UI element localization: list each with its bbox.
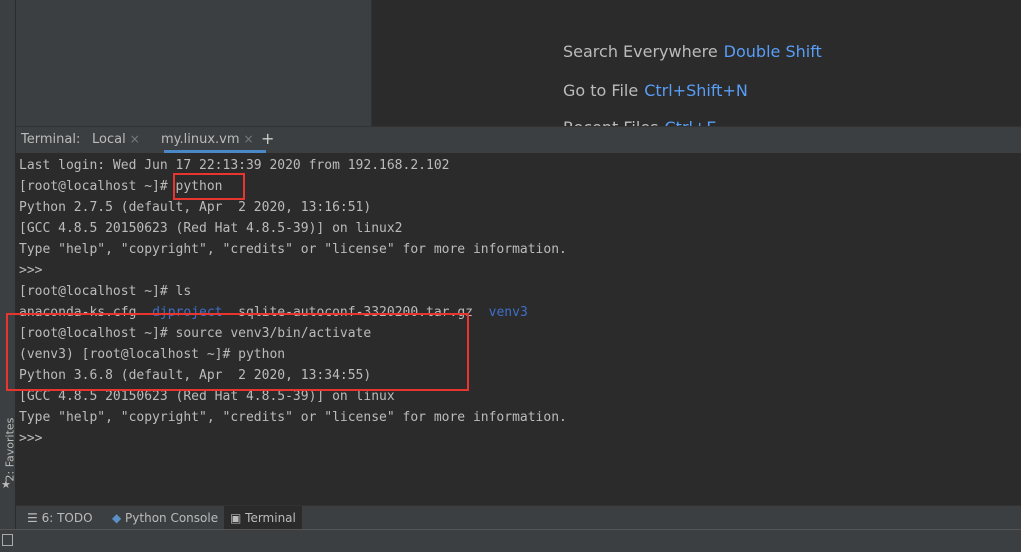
star-icon[interactable]: ★ bbox=[1, 478, 11, 491]
close-icon[interactable]: × bbox=[130, 132, 140, 146]
terminal-tab-bar: Terminal: Local × my.linux.vm × + bbox=[16, 126, 1021, 153]
python-console-tab[interactable]: ◆ Python Console bbox=[106, 506, 224, 530]
window-toggle-icon[interactable] bbox=[2, 534, 13, 546]
ls-directory: venv3 bbox=[488, 305, 528, 320]
editor-empty-area: Search Everywhere Double Shift Go to File… bbox=[372, 0, 1021, 126]
todo-tab-label: 6: TODO bbox=[41, 511, 93, 525]
terminal-line: >>> bbox=[19, 431, 43, 446]
terminal-line: >>> bbox=[19, 263, 43, 278]
project-panel bbox=[16, 0, 372, 126]
annotation-highlight-python bbox=[173, 173, 245, 200]
tab-label: my.linux.vm bbox=[161, 132, 240, 147]
terminal-line: [root@localhost ~]# ls bbox=[19, 284, 192, 299]
hint-search-everywhere: Search Everywhere Double Shift bbox=[563, 42, 822, 61]
hint-label: Go to File bbox=[563, 81, 639, 100]
hint-recent-files: Recent Files Ctrl+E bbox=[563, 118, 716, 126]
terminal-tab[interactable]: ▣ Terminal bbox=[224, 506, 302, 530]
hint-go-to-file: Go to File Ctrl+Shift+N bbox=[563, 81, 748, 100]
tab-my-linux-vm[interactable]: my.linux.vm × bbox=[161, 132, 254, 147]
hint-label: Search Everywhere bbox=[563, 42, 718, 61]
left-tool-strip: 2: Favorites ★ bbox=[0, 0, 17, 530]
close-icon[interactable]: × bbox=[244, 132, 254, 146]
terminal-tab-label: Terminal bbox=[245, 511, 296, 525]
tab-local[interactable]: Local × bbox=[92, 132, 140, 147]
favorites-tool-button[interactable]: 2: Favorites bbox=[4, 418, 17, 482]
terminal-line: Type "help", "copyright", "credits" or "… bbox=[19, 410, 567, 425]
status-bar bbox=[0, 529, 1021, 552]
todo-tab[interactable]: ☰ 6: TODO bbox=[21, 506, 99, 530]
hint-key: Double Shift bbox=[723, 42, 822, 61]
new-tab-plus-icon[interactable]: + bbox=[261, 129, 274, 148]
python-icon: ◆ bbox=[112, 511, 126, 525]
python-console-tab-label: Python Console bbox=[125, 511, 219, 525]
bottom-tool-bar: ☰ 6: TODO ◆ Python Console ▣ Terminal bbox=[16, 505, 1021, 530]
terminal-icon: ▣ bbox=[230, 511, 246, 525]
annotation-highlight-venv bbox=[6, 313, 469, 391]
terminal-line: Type "help", "copyright", "credits" or "… bbox=[19, 242, 567, 257]
tab-label: Local bbox=[92, 132, 126, 147]
terminal-line: [GCC 4.8.5 20150623 (Red Hat 4.8.5-39)] … bbox=[19, 221, 403, 236]
terminal-title: Terminal: bbox=[21, 132, 81, 147]
hint-key: Ctrl+Shift+N bbox=[644, 81, 748, 100]
list-icon: ☰ bbox=[27, 511, 42, 525]
hint-label: Recent Files bbox=[563, 118, 659, 126]
hint-key: Ctrl+E bbox=[665, 118, 717, 126]
terminal-line: Python 2.7.5 (default, Apr 2 2020, 13:16… bbox=[19, 200, 372, 215]
